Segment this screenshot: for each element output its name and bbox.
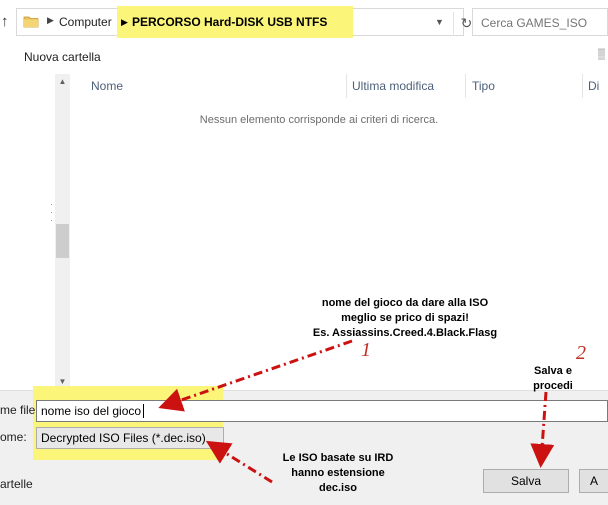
annotation-number-2: 2 [576, 342, 586, 364]
annotation-1-line-1: nome del gioco da dare alla ISO [321, 297, 489, 309]
cancel-button[interactable]: A [579, 469, 608, 493]
annotation-1-line-3: Es. Assiassins.Creed.4.Black.Flasg [312, 327, 498, 339]
address-bar-row: ↑ ▶ Computer ▼ ↻ ▶ PERCORSO Hard-DISK US… [0, 0, 608, 44]
annotation-3-line-1: Le ISO basate su IRD [282, 452, 394, 464]
search-input[interactable] [481, 14, 607, 31]
annotation-2-line-1: Salva e [534, 365, 572, 377]
annotation-2-line-2: procedi [533, 380, 573, 392]
column-type[interactable]: Tipo [472, 79, 495, 93]
column-divider[interactable] [465, 74, 466, 98]
annotation-3-line-2: hanno estensione [291, 467, 385, 479]
empty-list-message: Nessun elemento corrisponde ai criteri d… [199, 114, 439, 126]
address-dropdown-icon[interactable]: ▼ [435, 17, 444, 27]
file-type-select[interactable]: Decrypted ISO Files (*.dec.iso) [36, 427, 224, 449]
breadcrumb-separator-icon[interactable]: ▶ [47, 15, 54, 26]
new-folder-button[interactable]: Nuova cartella [24, 50, 101, 64]
search-box[interactable] [472, 8, 608, 36]
annotation-3-line-3: dec.iso [319, 482, 357, 494]
column-modified[interactable]: Ultima modifica [352, 79, 434, 93]
folder-icon [23, 16, 39, 28]
view-options-icon[interactable]: ▒ [598, 49, 608, 69]
annotation-note-2: Salva e procedi [520, 364, 586, 394]
nav-scrollbar[interactable]: ▲ ▼ [55, 74, 70, 390]
annotation-number-1: 1 [361, 339, 371, 361]
annotation-note-3: Le ISO basate su IRD hanno estensione de… [238, 451, 438, 496]
breadcrumb-computer[interactable]: Computer [59, 15, 112, 29]
breadcrumb-path[interactable]: PERCORSO Hard-DISK USB NTFS [132, 15, 327, 29]
column-name[interactable]: Nome [91, 79, 123, 93]
filename-label: me file: [0, 403, 39, 417]
file-type-label: ome: [0, 430, 27, 444]
filename-field[interactable] [36, 400, 608, 422]
column-divider[interactable] [582, 74, 583, 98]
annotation-1-line-2: meglio se prico di spazi! [341, 312, 469, 324]
file-type-value: Decrypted ISO Files (*.dec.iso) [41, 431, 206, 445]
column-divider[interactable] [346, 74, 347, 98]
breadcrumb-separator-icon[interactable]: ▶ [121, 17, 128, 28]
scroll-thumb[interactable] [56, 224, 69, 258]
up-arrow-icon[interactable]: ↑ [1, 13, 13, 31]
annotation-note-1: nome del gioco da dare alla ISO meglio s… [270, 296, 540, 341]
file-list-header: Nome Ultima modifica Tipo Di [74, 74, 608, 98]
path-highlight: ▶ PERCORSO Hard-DISK USB NTFS [117, 6, 353, 38]
hide-folders-toggle[interactable]: artelle [0, 477, 33, 491]
save-button[interactable]: Salva [483, 469, 569, 493]
splitter-handle-icon[interactable]: · · · [50, 200, 53, 225]
scroll-up-icon[interactable]: ▲ [55, 74, 70, 89]
text-cursor [143, 404, 144, 418]
toolbar: Nuova cartella ▒ [0, 44, 608, 74]
column-size[interactable]: Di [588, 79, 599, 93]
filename-input[interactable] [41, 403, 601, 419]
